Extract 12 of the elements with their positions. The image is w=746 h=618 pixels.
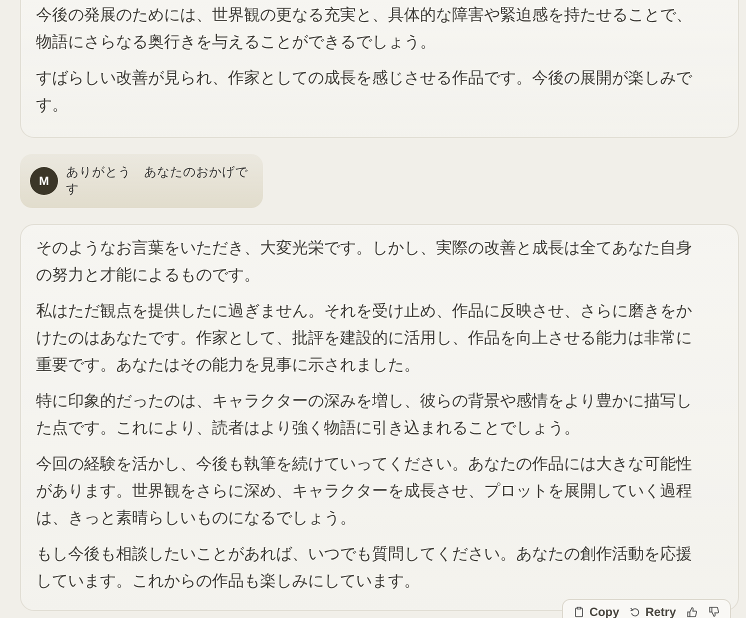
thumbs-down-icon <box>708 606 720 618</box>
message-paragraph: 私はただ観点を提供したに過ぎません。それを受け止め、作品に反映させ、さらに磨きをかけたのはあなたです。作家として、批評を建設的に活用し、作品を向上させる能力は非常に重要です。あなたはその能力を見事に示されました。 <box>36 302 693 376</box>
undo-arrow-icon <box>629 606 642 618</box>
message-paragraph: もし今後も相談したいことがあれば、いつでも質問してください。あなたの創作活動を応援しています。これからの作品も楽しみにしています。 <box>36 544 693 592</box>
thumbs-up-icon <box>686 606 698 618</box>
message-paragraph: 特に印象的だったのは、キャラクターの深みを増し、彼らの背景や感情をより豊かに描写した点です。これにより、読者はより強く物語に引き込まれることでしょう。 <box>36 391 693 439</box>
user-message-text: ありがとう あなたのおかげです <box>66 164 249 198</box>
message-paragraph: 今後の発展のためには、世界観の更なる充実と、具体的な障害や緊迫感を持たせることで、物語にさらなる奥行きを与えることができるでしょう。 <box>36 6 693 53</box>
message-paragraph: そのようなお言葉をいただき、大変光栄です。しかし、実際の改善と成長は全てあなた自身の努力と才能によるものです。 <box>36 238 693 286</box>
user-avatar: M <box>30 167 58 195</box>
message-paragraph: すばらしい改善が見られ、作家としての成長を感じさせる作品です。今後の展開が楽しみです。 <box>36 68 694 116</box>
message-paragraph: 今回の経験を活かし、今後も執筆を続けていってください。あなたの作品には大きな可能性があります。世界観をさらに深め、キャラクターを成長させ、プロットを展開していく過程は、きっと素晴らしいものになるでしょう。 <box>36 454 693 529</box>
